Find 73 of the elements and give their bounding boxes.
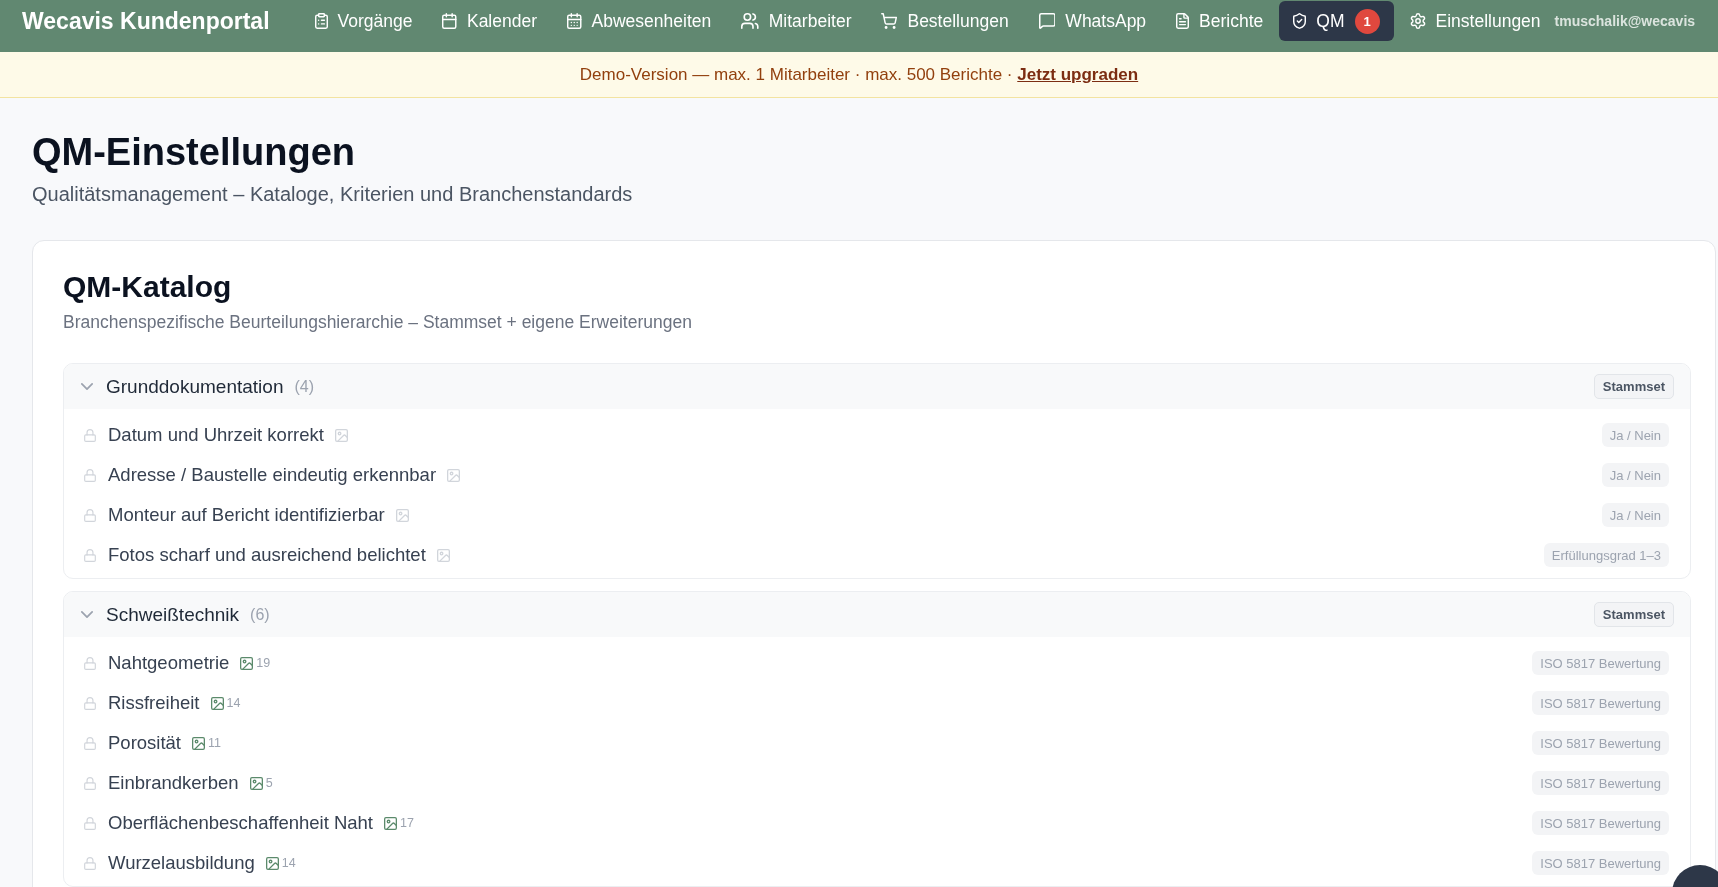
criterion-label: Porosität — [108, 732, 181, 754]
page-subtitle: Qualitätsmanagement – Kataloge, Kriterien und Branchenstandards — [32, 182, 634, 207]
nav-tab[interactable]: Kalender — [428, 1, 552, 41]
chevron-icon[interactable] — [81, 611, 93, 618]
image-icon[interactable] — [249, 776, 263, 790]
clipboard-icon — [314, 13, 328, 29]
image-count: 14 — [281, 856, 296, 870]
set-badge: Stammset — [1593, 374, 1674, 399]
nav-tab[interactable]: Bestellungen — [867, 1, 1023, 41]
chevron-icon[interactable] — [81, 383, 93, 390]
criterion-label: Datum und Uhrzeit korrekt — [108, 424, 324, 446]
cart-icon — [881, 13, 898, 29]
criterion-label: Einbrandkerben — [108, 772, 239, 794]
criterion-label: Monteur auf Bericht identifizierbar — [108, 504, 385, 526]
card-subtitle: Branchenspezifische Beurteilungshierarchie – Stammset + eigene Erweiterungen — [63, 311, 693, 334]
nav-tab[interactable]: Mitarbeiter — [727, 1, 866, 41]
calendar-icon — [442, 13, 457, 29]
nav-tab[interactable]: Berichte — [1162, 1, 1278, 41]
image-icon[interactable] — [384, 816, 397, 830]
rating-type-tag: ISO 5817 Bewertung — [1532, 651, 1669, 675]
rating-type-tag: ISO 5817 Bewertung — [1532, 811, 1669, 835]
user-email: tmuschalik@wecavis — [1554, 12, 1696, 31]
nav-tab[interactable]: Abwesenheiten — [553, 1, 726, 41]
criterion-label: Rissfreiheit — [108, 692, 200, 714]
criterion-label: Wurzelausbildung — [108, 852, 255, 874]
rating-type-tag: ISO 5817 Bewertung — [1532, 691, 1669, 715]
image-icon[interactable] — [210, 696, 224, 710]
image-icon — [436, 548, 450, 562]
criterion-label: Nahtgeometrie — [108, 652, 230, 674]
image-count: 11 — [208, 736, 221, 750]
image-count: 5 — [265, 776, 273, 790]
criterion-label: Fotos scharf und ausreichend belichtet — [108, 544, 426, 566]
section-count: (6) — [250, 605, 270, 624]
rating-type-tag: ISO 5817 Bewertung — [1532, 851, 1669, 875]
image-icon[interactable] — [240, 656, 254, 670]
brand-title: Wecavis Kundenportal — [22, 7, 270, 36]
rating-type-tag: ISO 5817 Bewertung — [1532, 771, 1669, 795]
shield-check-icon — [1293, 13, 1307, 29]
image-count: 17 — [400, 816, 414, 830]
section-count: (4) — [294, 377, 314, 396]
nav-tab[interactable]: Vorgänge — [300, 1, 427, 41]
nav-tab[interactable]: QM 1 — [1279, 1, 1394, 41]
rating-type-tag: Ja / Nein — [1601, 423, 1669, 447]
image-icon — [334, 428, 348, 442]
document-icon — [1176, 13, 1190, 29]
set-badge: Stammset — [1593, 602, 1674, 627]
section-title: Grunddokumentation — [106, 375, 284, 398]
image-icon[interactable] — [192, 736, 205, 750]
nav-tab[interactable]: Einstellungen — [1395, 1, 1555, 41]
settings-icon — [1409, 13, 1426, 29]
upgrade-link[interactable]: Jetzt upgraden — [1017, 64, 1139, 84]
section-header[interactable]: Schweißtechnik (6) Stammset — [64, 592, 1690, 637]
calendar-icon — [567, 13, 582, 29]
rating-type-tag: ISO 5817 Bewertung — [1532, 731, 1669, 755]
image-count: 14 — [226, 696, 241, 710]
section-header[interactable]: Grunddokumentation (4) Stammset — [64, 364, 1690, 409]
card-title: QM-Katalog — [63, 269, 233, 305]
image-icon[interactable] — [265, 856, 279, 870]
image-icon — [395, 508, 409, 522]
rating-type-tag: Erfüllungsgrad 1–3 — [1543, 543, 1669, 567]
chat-bubble-icon — [1038, 13, 1056, 29]
page-title: QM-Einstellungen — [32, 130, 356, 175]
demo-notice-text: Demo-Version — max. 1 Mitarbeiter · max. 500 Berichte · Jetzt upgraden — [579, 64, 1139, 85]
notification-count-badge: 1 — [1354, 8, 1380, 34]
image-count: 19 — [256, 656, 271, 670]
image-icon — [447, 468, 461, 482]
section-title: Schweißtechnik — [106, 603, 240, 626]
rating-type-tag: Ja / Nein — [1601, 463, 1669, 487]
users-icon — [741, 13, 759, 29]
criterion-label: Oberflächenbeschaffenheit Naht — [108, 812, 373, 834]
nav-tab[interactable]: WhatsApp — [1024, 1, 1161, 41]
rating-type-tag: Ja / Nein — [1601, 503, 1669, 527]
criterion-label: Adresse / Baustelle eindeutig erkennbar — [108, 464, 437, 486]
